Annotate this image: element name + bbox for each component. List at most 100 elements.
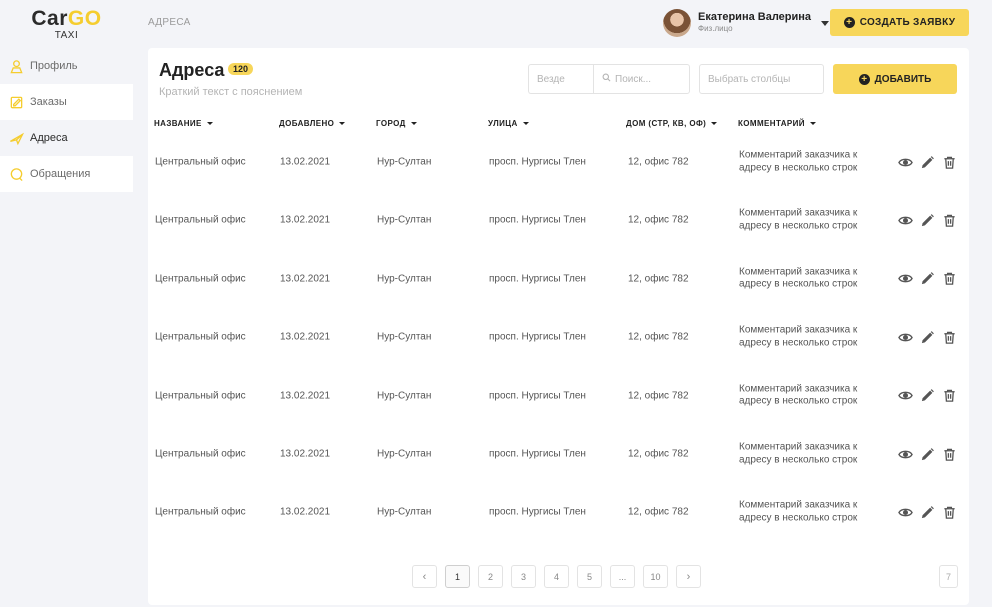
cell-comment: Комментарий заказчика к адресу в несколь…: [739, 149, 858, 174]
page-button-3[interactable]: 3: [511, 565, 536, 588]
create-request-button[interactable]: + СОЗДАТЬ ЗАЯВКУ: [830, 9, 969, 36]
sort-arrow-icon: [206, 122, 213, 126]
column-header-street[interactable]: УЛИЦА: [488, 119, 529, 128]
cell-comment: Комментарий заказчика к адресу в несколь…: [739, 383, 858, 407]
edit-icon[interactable]: [919, 446, 935, 462]
cell-city: Нур-Султан: [377, 273, 432, 285]
edit-icon[interactable]: [919, 154, 935, 170]
cell-name: Центральный офис: [155, 506, 246, 518]
cell-street: просп. Нургисы Тлен: [489, 331, 586, 343]
page-button-10[interactable]: 10: [643, 565, 668, 588]
logo[interactable]: CarGO TAXI: [0, 7, 133, 42]
edit-icon[interactable]: [919, 504, 935, 520]
column-header-comment[interactable]: КОММЕНТАРИЙ: [738, 119, 816, 128]
table-row[interactable]: Центральный офис 13.02.2021 Нур-Султан п…: [148, 133, 969, 191]
delete-icon[interactable]: [941, 212, 957, 228]
table-row[interactable]: Центральный офис 13.02.2021 Нур-Султан п…: [148, 425, 969, 483]
sidebar-item-label: Адреса: [30, 132, 68, 144]
cell-name: Центральный офис: [155, 448, 246, 460]
cell-house: 12, офис 782: [628, 331, 689, 343]
page-button-1[interactable]: 1: [445, 565, 470, 588]
table-row[interactable]: Центральный офис 13.02.2021 Нур-Султан п…: [148, 250, 969, 308]
table-row[interactable]: Центральный офис 13.02.2021 Нур-Султан п…: [148, 367, 969, 425]
row-actions: [897, 271, 963, 287]
chat-icon: [8, 166, 24, 182]
table-row[interactable]: Центральный офис 13.02.2021 Нур-Султан п…: [148, 191, 969, 249]
cell-city: Нур-Султан: [377, 156, 432, 168]
cell-name: Центральный офис: [155, 156, 246, 168]
column-header-city[interactable]: ГОРОД: [376, 119, 417, 128]
table-row[interactable]: Центральный офис 13.02.2021 Нур-Султан п…: [148, 483, 969, 541]
logo-text: CarGO: [31, 7, 102, 30]
view-icon[interactable]: [897, 271, 913, 287]
table-row[interactable]: Центральный офис 13.02.2021 Нур-Султан п…: [148, 308, 969, 366]
view-icon[interactable]: [897, 154, 913, 170]
sort-arrow-icon: [711, 122, 718, 126]
column-header-added[interactable]: ДОБАВЛЕНО: [279, 119, 346, 128]
search-input[interactable]: Поиск...: [593, 64, 690, 94]
cell-city: Нур-Султан: [377, 331, 432, 343]
sidebar-item-addresses[interactable]: Адреса: [0, 120, 133, 156]
delete-icon[interactable]: [941, 271, 957, 287]
view-icon[interactable]: [897, 504, 913, 520]
view-icon[interactable]: [897, 446, 913, 462]
next-page-button[interactable]: ›: [676, 565, 701, 588]
cell-street: просп. Нургисы Тлен: [489, 390, 586, 402]
search-icon: [602, 73, 615, 85]
delete-icon[interactable]: [941, 388, 957, 404]
delete-icon[interactable]: [941, 329, 957, 345]
row-actions: [897, 504, 963, 520]
add-button-label: ДОБАВИТЬ: [874, 73, 932, 85]
view-icon[interactable]: [897, 329, 913, 345]
cell-city: Нур-Султан: [377, 448, 432, 460]
sort-arrow-icon: [522, 122, 529, 126]
column-header-name[interactable]: НАЗВАНИЕ: [154, 119, 213, 128]
sidebar: CarGO TAXI Профиль Заказы Адреса Обращен…: [0, 0, 133, 607]
view-icon[interactable]: [897, 388, 913, 404]
edit-icon[interactable]: [919, 329, 935, 345]
sidebar-item-profile[interactable]: Профиль: [0, 48, 133, 84]
delete-icon[interactable]: [941, 154, 957, 170]
page-button-4[interactable]: 4: [544, 565, 569, 588]
columns-select[interactable]: Выбрать столбцы: [699, 64, 824, 94]
cell-house: 12, офис 782: [628, 448, 689, 460]
cell-house: 12, офис 782: [628, 214, 689, 226]
cell-city: Нур-Султан: [377, 390, 432, 402]
column-header-house[interactable]: ДОМ (СТР, КВ, ОФ): [626, 119, 718, 128]
cell-added: 13.02.2021: [280, 214, 331, 226]
edit-icon[interactable]: [919, 388, 935, 404]
sidebar-item-orders[interactable]: Заказы: [0, 84, 133, 120]
page-title: Адреса: [159, 60, 225, 80]
edit-icon[interactable]: [919, 271, 935, 287]
chevron-down-icon[interactable]: [821, 20, 830, 26]
add-button[interactable]: + ДОБАВИТЬ: [833, 64, 957, 94]
count-badge: 120: [228, 63, 254, 75]
cell-name: Центральный офис: [155, 390, 246, 402]
user-menu[interactable]: Екатерина Валерина Физ.лицо: [663, 9, 830, 37]
page-subtitle: Краткий текст с пояснением: [159, 86, 303, 98]
addresses-card: Адреса 120 Краткий текст с пояснением Ве…: [148, 48, 969, 605]
delete-icon[interactable]: [941, 504, 957, 520]
page-button-2[interactable]: 2: [478, 565, 503, 588]
cell-added: 13.02.2021: [280, 273, 331, 285]
row-actions: [897, 388, 963, 404]
logo-subtitle: TAXI: [54, 30, 79, 41]
search-scope-select[interactable]: Везде: [528, 64, 594, 94]
user-icon: [8, 58, 24, 74]
page-button-5[interactable]: 5: [577, 565, 602, 588]
cell-comment: Комментарий заказчика к адресу в несколь…: [739, 324, 858, 349]
prev-page-button[interactable]: ‹: [412, 565, 437, 588]
cell-comment: Комментарий заказчика к адресу в несколь…: [739, 441, 858, 466]
cell-added: 13.02.2021: [280, 506, 331, 518]
cell-house: 12, офис 782: [628, 156, 689, 168]
delete-icon[interactable]: [941, 446, 957, 462]
page-size-select[interactable]: 7: [939, 565, 958, 588]
table-header: НАЗВАНИЕ ДОБАВЛЕНО ГОРОД УЛИЦА ДОМ (СТР,…: [148, 119, 969, 133]
view-icon[interactable]: [897, 212, 913, 228]
cell-street: просп. Нургисы Тлен: [489, 156, 586, 168]
cell-street: просп. Нургисы Тлен: [489, 273, 586, 285]
sidebar-item-requests[interactable]: Обращения: [0, 156, 133, 192]
cell-house: 12, офис 782: [628, 506, 689, 518]
plus-circle-icon: +: [858, 73, 870, 85]
edit-icon[interactable]: [919, 212, 935, 228]
